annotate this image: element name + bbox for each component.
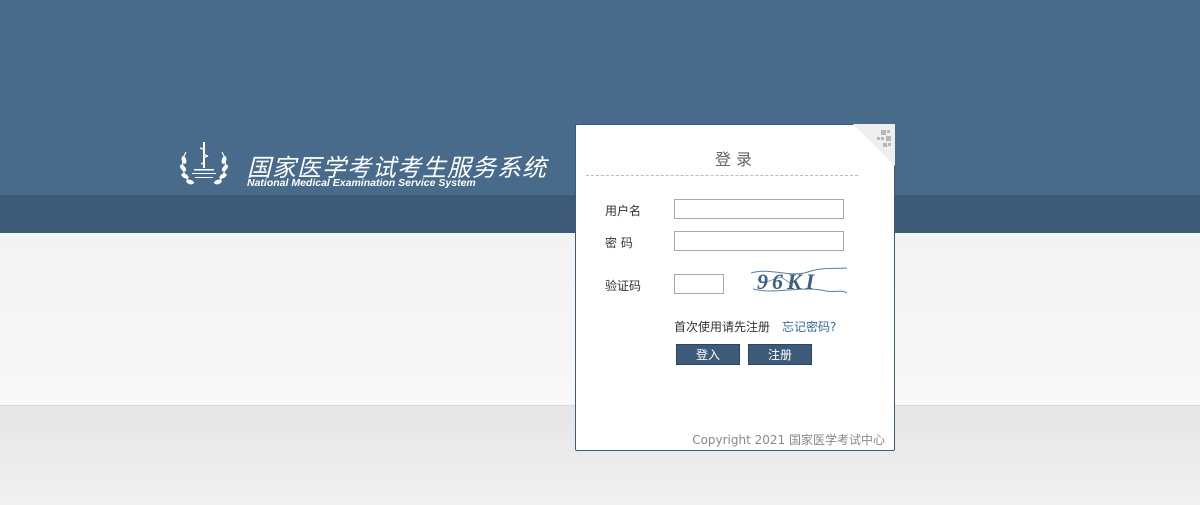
- login-panel: 登录 用户名 密 码 验证码 96KI 首次使用请先注册 忘记密码? 登入 注册…: [575, 124, 895, 451]
- register-button[interactable]: 注册: [748, 344, 812, 365]
- brand-logo: 国家医学考试考生服务系统 National Medical Examinatio…: [178, 138, 558, 194]
- username-input[interactable]: [674, 199, 844, 219]
- login-button[interactable]: 登入: [676, 344, 740, 365]
- medical-laurel-emblem-icon: [179, 142, 229, 185]
- captcha-input[interactable]: [674, 274, 724, 294]
- password-input[interactable]: [674, 231, 844, 251]
- login-title: 登录: [714, 150, 757, 169]
- captcha-text: 96KI: [757, 269, 818, 294]
- password-label: 密 码: [605, 236, 633, 250]
- forgot-password-link[interactable]: 忘记密码?: [782, 318, 836, 335]
- captcha-image[interactable]: 96KI: [751, 265, 847, 297]
- title-divider: [586, 175, 858, 176]
- username-label: 用户名: [605, 204, 642, 218]
- captcha-label: 验证码: [605, 279, 642, 293]
- copyright-text: Copyright 2021 国家医学考试中心: [692, 433, 885, 447]
- brand-subtitle: National Medical Examination Service Sys…: [247, 177, 476, 189]
- register-hint: 首次使用请先注册: [674, 320, 771, 334]
